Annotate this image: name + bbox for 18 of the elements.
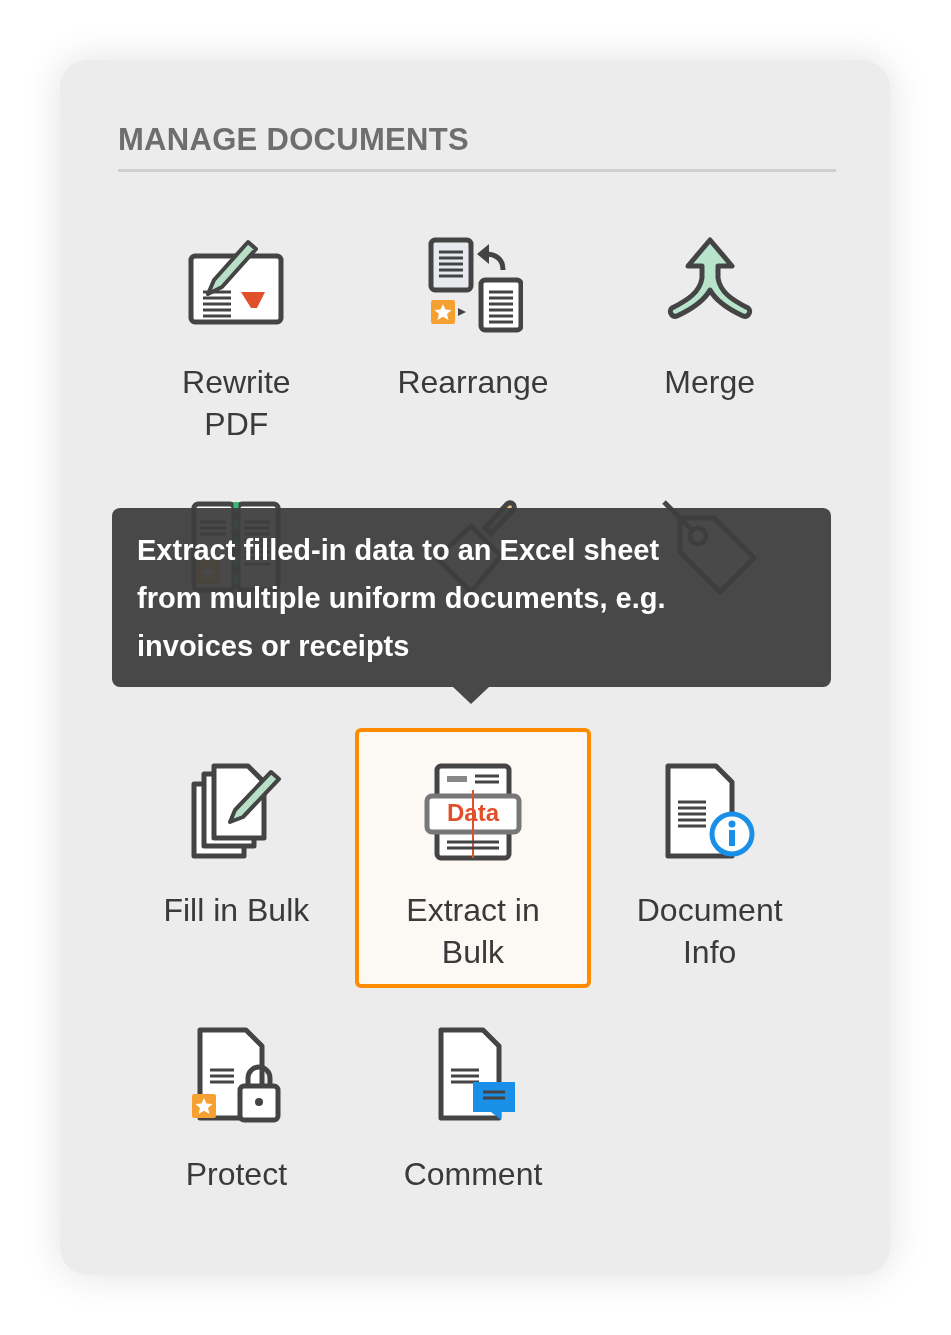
tool-tile[interactable]: Document Info — [591, 728, 828, 988]
tool-label: Extract in Bulk — [405, 891, 541, 972]
tool-tile[interactable]: Merge — [591, 200, 828, 460]
section-title: MANAGE DOCUMENTS — [118, 121, 470, 159]
tool-label: Document Info — [635, 891, 784, 972]
tool-label: Merge — [663, 363, 756, 402]
tooltip-text: Extract filled-in data to an Excel sheet from multiple uniform documents, e.g. invoices or receipts — [137, 533, 667, 664]
tool-tile[interactable]: Comment — [354, 992, 592, 1252]
tool-tile[interactable]: Rewrite PDF — [118, 200, 355, 460]
tool-tile[interactable]: Fill in Bulk — [118, 728, 355, 988]
data-table-icon — [423, 762, 523, 862]
tool-label: Fill in Bulk — [162, 891, 311, 930]
tool-label: Rearrange — [396, 363, 550, 402]
tool-tile[interactable]: Rearrange — [354, 200, 592, 460]
tool-label: Protect — [184, 1155, 288, 1194]
tool-label: Rewrite PDF — [181, 363, 292, 444]
tool-tile[interactable]: Protect — [118, 992, 355, 1252]
tool-label: Comment — [402, 1155, 544, 1194]
